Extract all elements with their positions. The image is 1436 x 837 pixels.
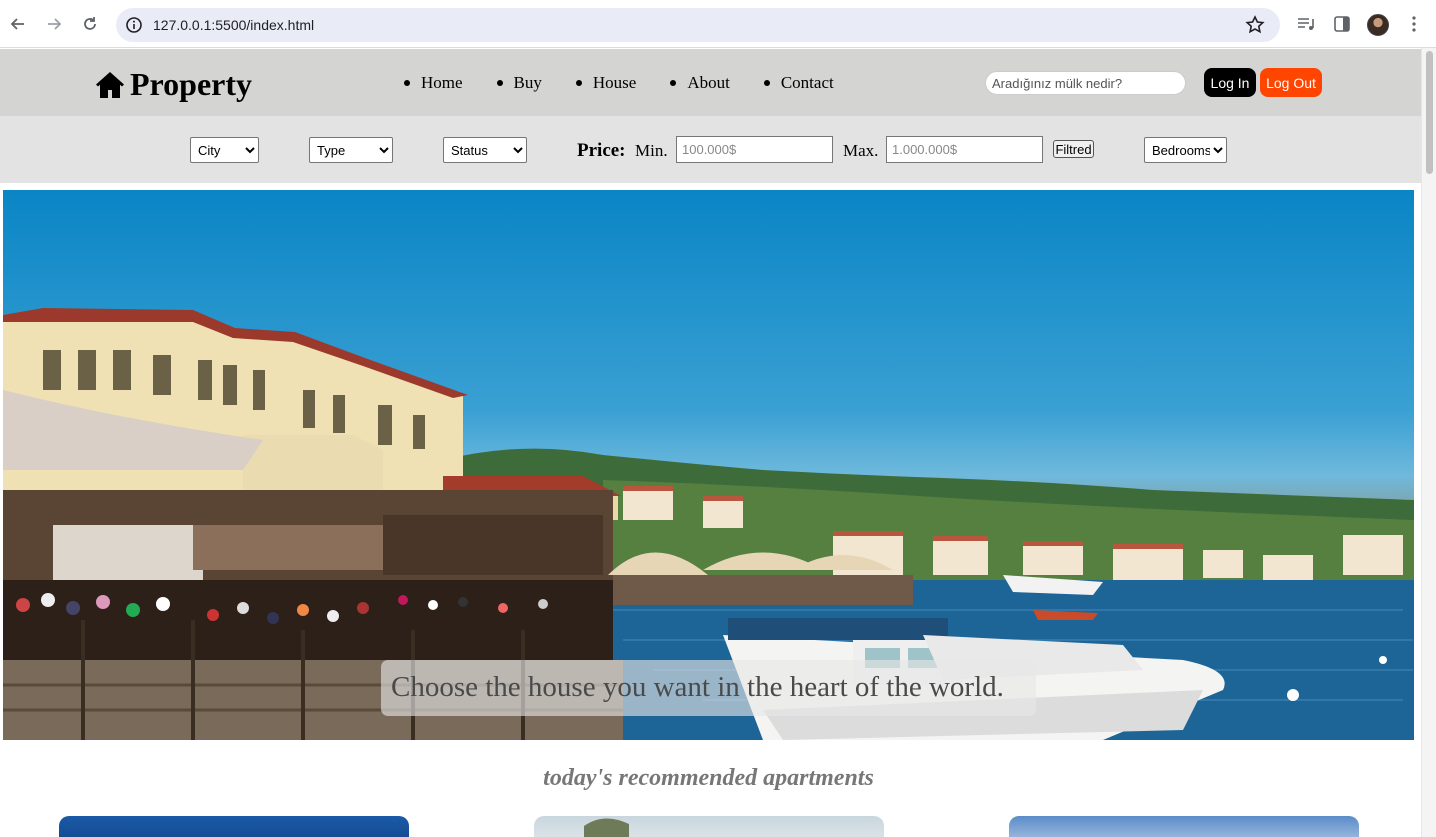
bullet — [763, 80, 770, 86]
nav-item-home[interactable]: Home — [404, 73, 463, 93]
hero-caption-text: Choose the house you want in the heart o… — [391, 671, 1004, 703]
forward-icon[interactable] — [42, 12, 66, 36]
reload-icon[interactable] — [78, 12, 102, 36]
hero-image — [3, 308, 1414, 740]
status-select[interactable]: Status — [443, 137, 527, 163]
browser-toolbar: 127.0.0.1:5500/index.html — [0, 0, 1436, 48]
nav-label: About — [687, 73, 730, 92]
site-header: Property Home Buy House About Contact Lo… — [0, 49, 1421, 116]
nav-item-contact[interactable]: Contact — [763, 73, 834, 93]
nav-label: Contact — [780, 73, 834, 92]
profile-avatar[interactable] — [1367, 14, 1389, 36]
apartment-card-1[interactable] — [59, 816, 409, 837]
max-price-input[interactable] — [886, 136, 1043, 163]
page-scrollbar[interactable] — [1421, 48, 1436, 837]
scrollbar-thumb[interactable] — [1426, 51, 1433, 174]
logout-button[interactable]: Log Out — [1260, 68, 1322, 97]
apartment-card-2-image — [584, 818, 629, 837]
home-icon — [96, 71, 124, 98]
main-nav: Home Buy House About Contact — [404, 73, 834, 93]
price-label: Price: — [577, 140, 626, 161]
recommended-title: today's recommended apartments — [543, 765, 874, 791]
nav-label: Buy — [513, 73, 542, 92]
nav-item-buy[interactable]: Buy — [496, 73, 542, 93]
hero-banner: Choose the house you want in the heart o… — [3, 190, 1414, 740]
nav-label: Home — [421, 73, 463, 92]
logo-text: Property — [130, 66, 253, 102]
site-info-icon[interactable] — [124, 15, 144, 35]
kebab-menu-icon[interactable] — [1403, 13, 1425, 35]
hero-caption: Choose the house you want in the heart o… — [381, 660, 1036, 716]
side-panel-icon[interactable] — [1331, 13, 1353, 35]
site-logo[interactable]: Property — [95, 66, 252, 103]
min-price-input[interactable] — [676, 136, 833, 163]
apartment-card-3[interactable] — [1009, 816, 1359, 837]
bookmark-star-icon[interactable] — [1244, 14, 1266, 36]
min-label: Min. — [635, 141, 668, 160]
apartment-card-2[interactable] — [534, 816, 884, 837]
media-playlist-icon[interactable] — [1295, 13, 1317, 35]
filter-button[interactable]: Filtred — [1053, 140, 1094, 158]
bullet — [575, 80, 582, 86]
max-label: Max. — [843, 141, 879, 160]
login-button[interactable]: Log In — [1204, 68, 1256, 97]
nav-label: House — [592, 73, 637, 92]
nav-item-about[interactable]: About — [670, 73, 730, 93]
page: Property Home Buy House About Contact Lo… — [0, 49, 1421, 837]
nav-item-house[interactable]: House — [575, 73, 637, 93]
bullet — [496, 80, 503, 86]
url-text: 127.0.0.1:5500/index.html — [153, 17, 315, 33]
city-select[interactable]: City — [190, 137, 259, 163]
bullet — [670, 80, 677, 86]
address-bar[interactable]: 127.0.0.1:5500/index.html — [116, 8, 1280, 42]
type-select[interactable]: Type — [309, 137, 393, 163]
bedrooms-select[interactable]: Bedrooms — [1144, 137, 1227, 163]
filter-bar: City Type Status Price: Min. Max. Filtre… — [0, 116, 1421, 183]
back-icon[interactable] — [6, 12, 30, 36]
bullet — [404, 80, 410, 86]
property-search-input[interactable] — [985, 71, 1186, 95]
